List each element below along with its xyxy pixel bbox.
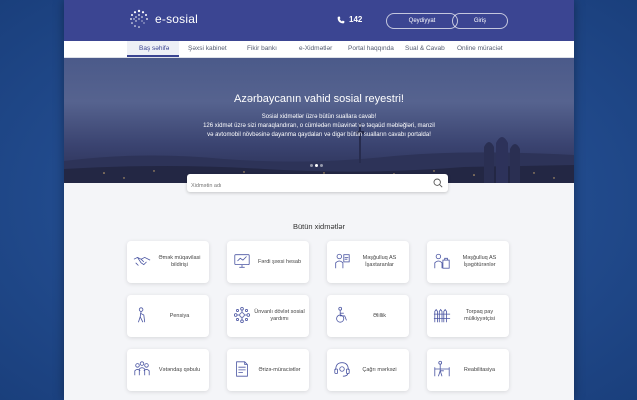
service-card-labour-contract[interactable]: Əmək müqavilasi bildirişi [127, 241, 209, 283]
nav-idea-bank[interactable]: Fikir bankı [247, 45, 277, 52]
service-card-label: Vətəndaş qəbulu [158, 366, 201, 373]
service-card-label: Pensiya [169, 312, 190, 319]
carousel-dot-1[interactable] [310, 164, 313, 167]
document-icon [236, 361, 248, 377]
service-card-label: Əlillik [373, 312, 386, 319]
job-seeker-icon [335, 253, 350, 269]
carousel-dots [310, 164, 323, 167]
hero-description: Sosial xidmətlər üzrə bütün suallara cav… [174, 113, 464, 140]
nav-online-request[interactable]: Online müraciət [457, 45, 503, 52]
nav-about-portal[interactable]: Portal haqqında [348, 45, 394, 52]
logo-text: e-sosial [155, 12, 198, 26]
service-card-label: Ərizə-müraciətlər [258, 366, 301, 373]
service-card-label: Məşğulluq AS İşəgötürənlər [462, 255, 497, 268]
service-card-label: Məşğulluq AS İşaxtaranlar [362, 255, 397, 268]
service-card-disability[interactable]: Əlillik [327, 295, 409, 337]
service-card-job-seekers[interactable]: Məşğulluq AS İşaxtaranlar [327, 241, 409, 283]
main-nav: Baş səhifə Şəxsi kabinet Fikir bankı e-X… [64, 41, 574, 58]
service-card-citizen-reception[interactable]: Vətəndaş qəbulu [127, 349, 209, 391]
header-bar: e-sosial 142 Qeydiyyat Giriş [64, 0, 574, 41]
rehab-icon [434, 360, 450, 377]
headset-icon [334, 362, 350, 377]
search-input[interactable] [187, 177, 417, 195]
phone-number: 142 [349, 15, 363, 24]
carousel-dot-3[interactable] [320, 164, 323, 167]
site-logo[interactable]: e-sosial [128, 8, 198, 30]
nav-personal-cabinet[interactable]: Şəxsi kabinet [188, 45, 227, 52]
service-card-call-center[interactable]: Çağrı mərkəzi [327, 349, 409, 391]
network-icon [233, 306, 251, 324]
monitor-icon [234, 254, 250, 268]
service-card-applications[interactable]: Ərizə-müraciətlər [227, 349, 309, 391]
service-card-label: Torpaq pay mülkiyyətçisi [464, 309, 495, 322]
handshake-icon [133, 256, 151, 266]
service-card-land-owner[interactable]: Torpaq pay mülkiyyətçisi [427, 295, 509, 337]
service-card-pension[interactable]: Pensiya [127, 295, 209, 337]
employer-icon [434, 253, 450, 269]
search-icon[interactable] [433, 178, 443, 188]
logo-mark-icon [130, 9, 148, 28]
register-button[interactable]: Qeydiyyat [386, 13, 458, 29]
hotline[interactable]: 142 [337, 15, 362, 24]
citizens-icon [134, 361, 150, 376]
hero-banner: Azərbaycanın vahid sosial reyestri! Sosi… [64, 58, 574, 183]
hero-line-3: və avtomobil növbəsinə dayanma qaydaları… [207, 132, 431, 138]
service-card-personal-account[interactable]: Fərdi şəxsi hesab [227, 241, 309, 283]
service-search [187, 174, 448, 195]
service-card-social-assistance[interactable]: Ünvanlı dövlət sosial yardımı [227, 295, 309, 337]
service-card-rehabilitation[interactable]: Reabilitasiya [427, 349, 509, 391]
nav-home[interactable]: Baş səhifə [139, 45, 169, 52]
service-card-label: Ünvanlı dövlət sosial yardımı [254, 309, 305, 322]
phone-icon [337, 16, 345, 23]
service-card-employers[interactable]: Məşğulluq AS İşəgötürənlər [427, 241, 509, 283]
nav-e-services[interactable]: e-Xidmətlər [299, 45, 332, 52]
fence-icon [433, 308, 451, 323]
service-card-label: Çağrı mərkəzi [362, 366, 397, 373]
browser-page: e-sosial 142 Qeydiyyat Giriş Baş səhifə … [64, 0, 574, 400]
hero-line-2: 126 xidmət üzrə sizi maraqlandıran, o cü… [203, 123, 435, 129]
nav-faq[interactable]: Sual & Cavab [405, 45, 445, 52]
service-card-label: Fərdi şəxsi hesab [257, 258, 302, 265]
service-card-label: Reabilitasiya [463, 366, 496, 373]
carousel-dot-2[interactable] [315, 164, 318, 167]
service-card-label: Əmək müqavilasi bildirişi [158, 255, 201, 268]
hero-title: Azərbaycanın vahid sosial reyestri! [234, 93, 404, 105]
wheelchair-icon [336, 306, 347, 323]
hero-line-1: Sosial xidmətlər üzrə bütün suallara cav… [261, 114, 377, 120]
services-title: Bütün xidmətlər [292, 222, 346, 231]
elderly-icon [138, 307, 146, 323]
login-button[interactable]: Giriş [452, 13, 508, 29]
